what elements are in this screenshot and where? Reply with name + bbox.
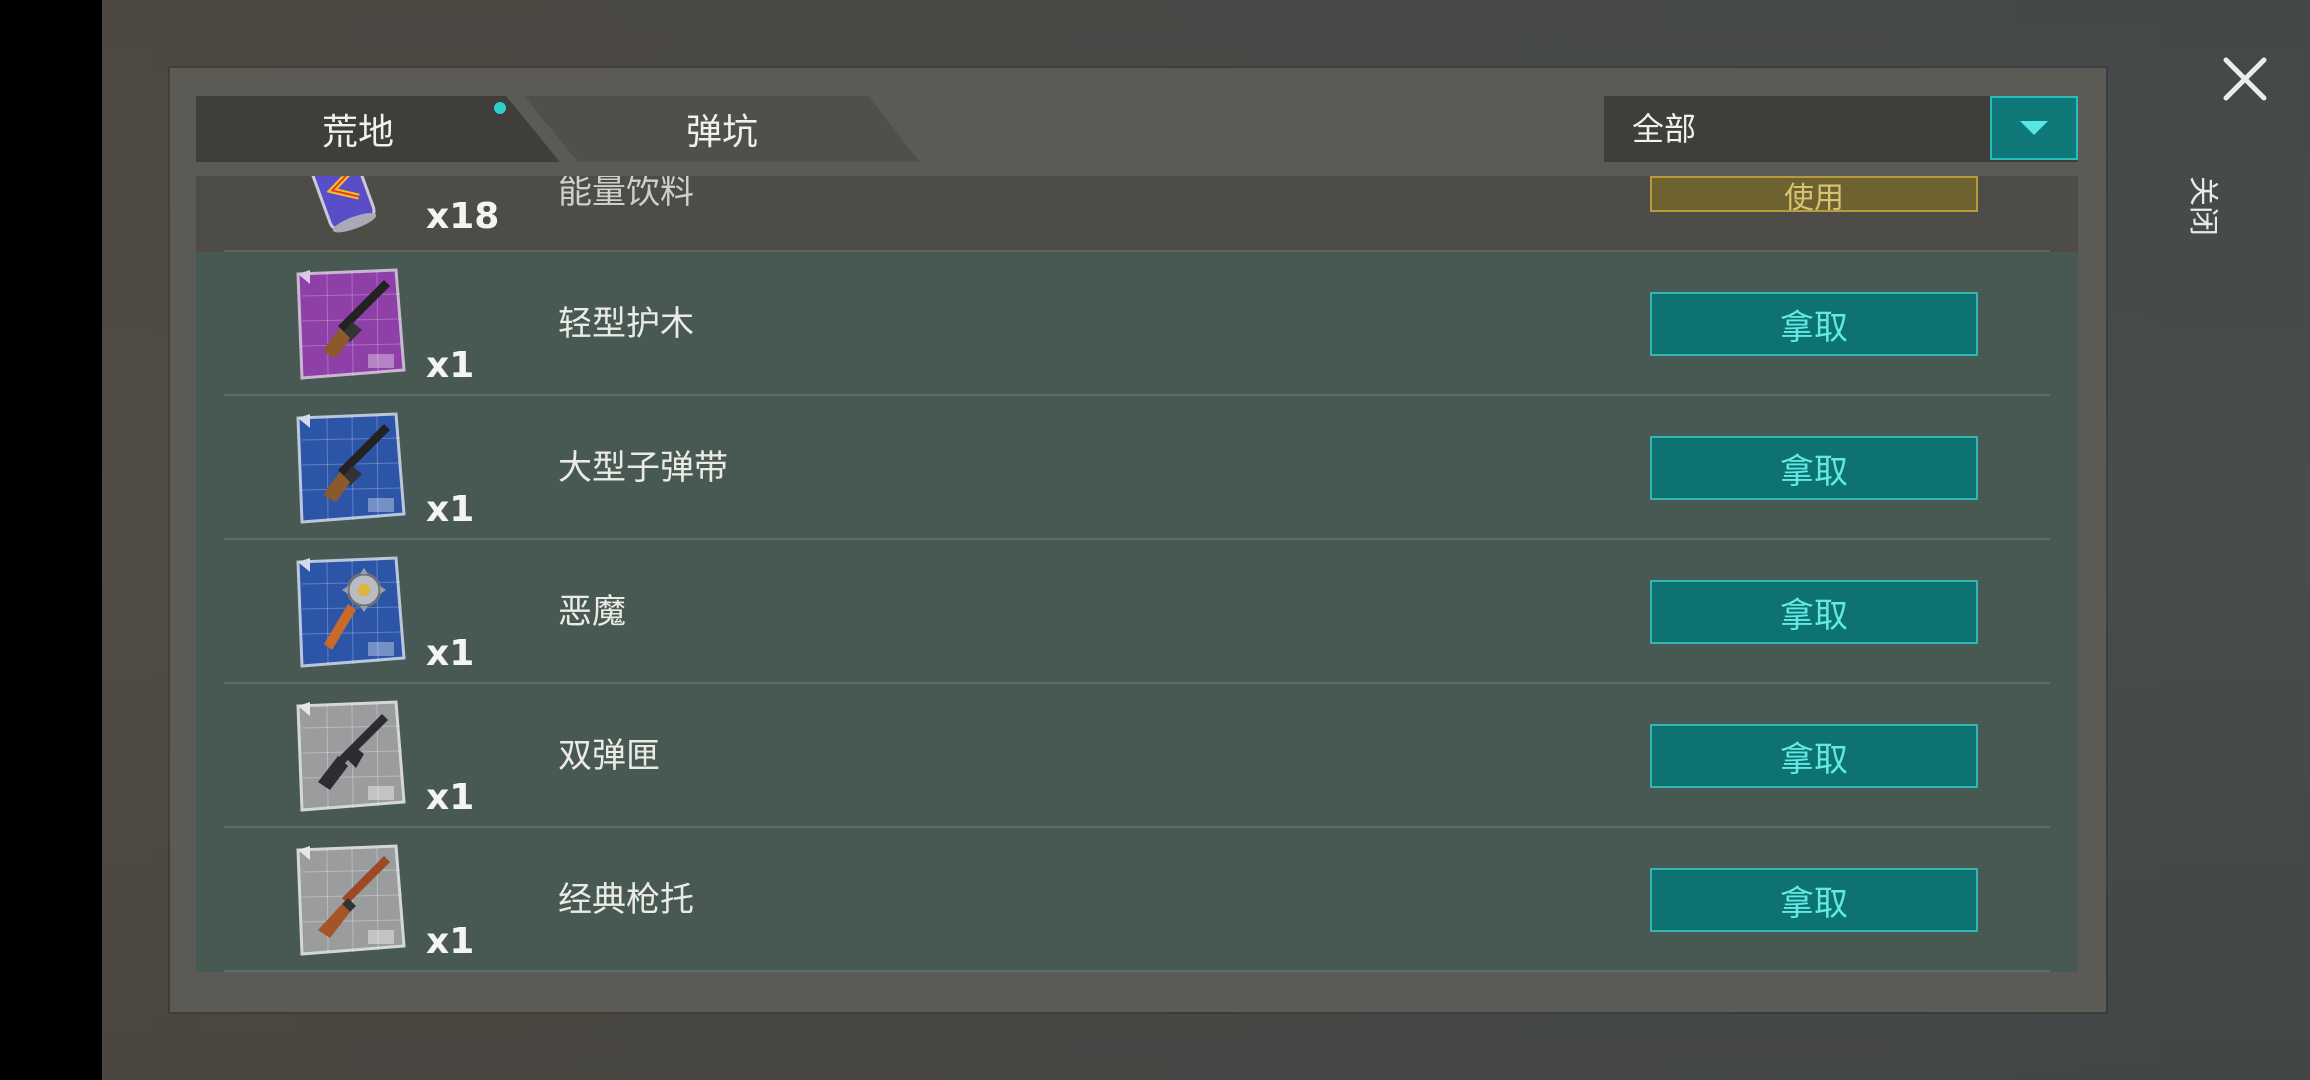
take-button-label: 拿取	[1780, 595, 1848, 636]
take-button-label: 拿取	[1780, 451, 1848, 492]
list-item: x1 大型子弹带 拿取	[196, 396, 2078, 540]
use-button[interactable]: 使用	[1650, 176, 1978, 212]
notification-dot-icon	[494, 102, 506, 114]
rifle-wood-blueprint-icon	[296, 844, 406, 956]
use-button-label: 使用	[1784, 181, 1844, 212]
take-button[interactable]: 拿取	[1650, 436, 1978, 500]
list-item: x1 双弹匣 拿取	[196, 684, 2078, 828]
item-list[interactable]: x18 能量饮料 使用 x1 轻型护木 拿取 x1 大型子弹带 拿取 x1 恶魔…	[196, 176, 2078, 976]
item-name: 双弹匣	[558, 736, 660, 776]
tab-crater[interactable]: 弹坑	[524, 96, 920, 162]
chevron-down-icon	[2020, 121, 2048, 135]
left-black-bar	[0, 0, 102, 1080]
filter-dropdown[interactable]: 全部	[1604, 96, 2078, 162]
list-item: x1 恶魔 拿取	[196, 540, 2078, 684]
energy-drink-can-icon	[307, 176, 377, 233]
list-item-partial: x18 能量饮料 使用	[196, 176, 2078, 252]
item-quantity: x1	[426, 489, 475, 530]
close-icon	[2223, 57, 2267, 101]
item-name: 能量饮料	[558, 176, 694, 212]
item-name: 大型子弹带	[558, 448, 728, 488]
item-name: 恶魔	[558, 592, 626, 632]
row-divider	[224, 970, 2050, 972]
shotgun-blueprint-icon	[296, 412, 406, 524]
tab-wasteland-label: 荒地	[321, 112, 394, 153]
take-button[interactable]: 拿取	[1650, 724, 1978, 788]
take-button[interactable]: 拿取	[1650, 580, 1978, 644]
item-quantity: x18	[426, 196, 500, 237]
take-button-label: 拿取	[1780, 307, 1848, 348]
filter-selected-value: 全部	[1632, 110, 1697, 148]
item-name: 轻型护木	[558, 304, 694, 344]
item-quantity: x1	[426, 777, 475, 818]
take-button-label: 拿取	[1780, 883, 1848, 924]
mace-blueprint-icon	[296, 556, 406, 668]
item-quantity: x1	[426, 921, 475, 962]
item-quantity: x1	[426, 345, 475, 386]
take-button-label: 拿取	[1780, 739, 1848, 780]
close-label: 关闭	[2185, 176, 2220, 236]
take-button[interactable]: 拿取	[1650, 868, 1978, 932]
tab-crater-label: 弹坑	[685, 112, 758, 153]
dropdown-toggle-button[interactable]	[1990, 96, 2078, 160]
shotgun-blueprint-icon	[296, 268, 406, 380]
close-button[interactable]: 关闭	[2185, 46, 2280, 236]
item-name: 经典枪托	[558, 880, 694, 920]
list-item: x1 轻型护木 拿取	[196, 252, 2078, 396]
take-button[interactable]: 拿取	[1650, 292, 1978, 356]
screen: 荒地 弹坑 全部 关闭 x18 能量饮料 使用 x1 轻型护木 拿取 x1 大型…	[0, 0, 2310, 1080]
item-quantity: x1	[426, 633, 475, 674]
list-item: x1 经典枪托 拿取	[196, 828, 2078, 972]
rifle-blueprint-icon	[296, 700, 406, 812]
